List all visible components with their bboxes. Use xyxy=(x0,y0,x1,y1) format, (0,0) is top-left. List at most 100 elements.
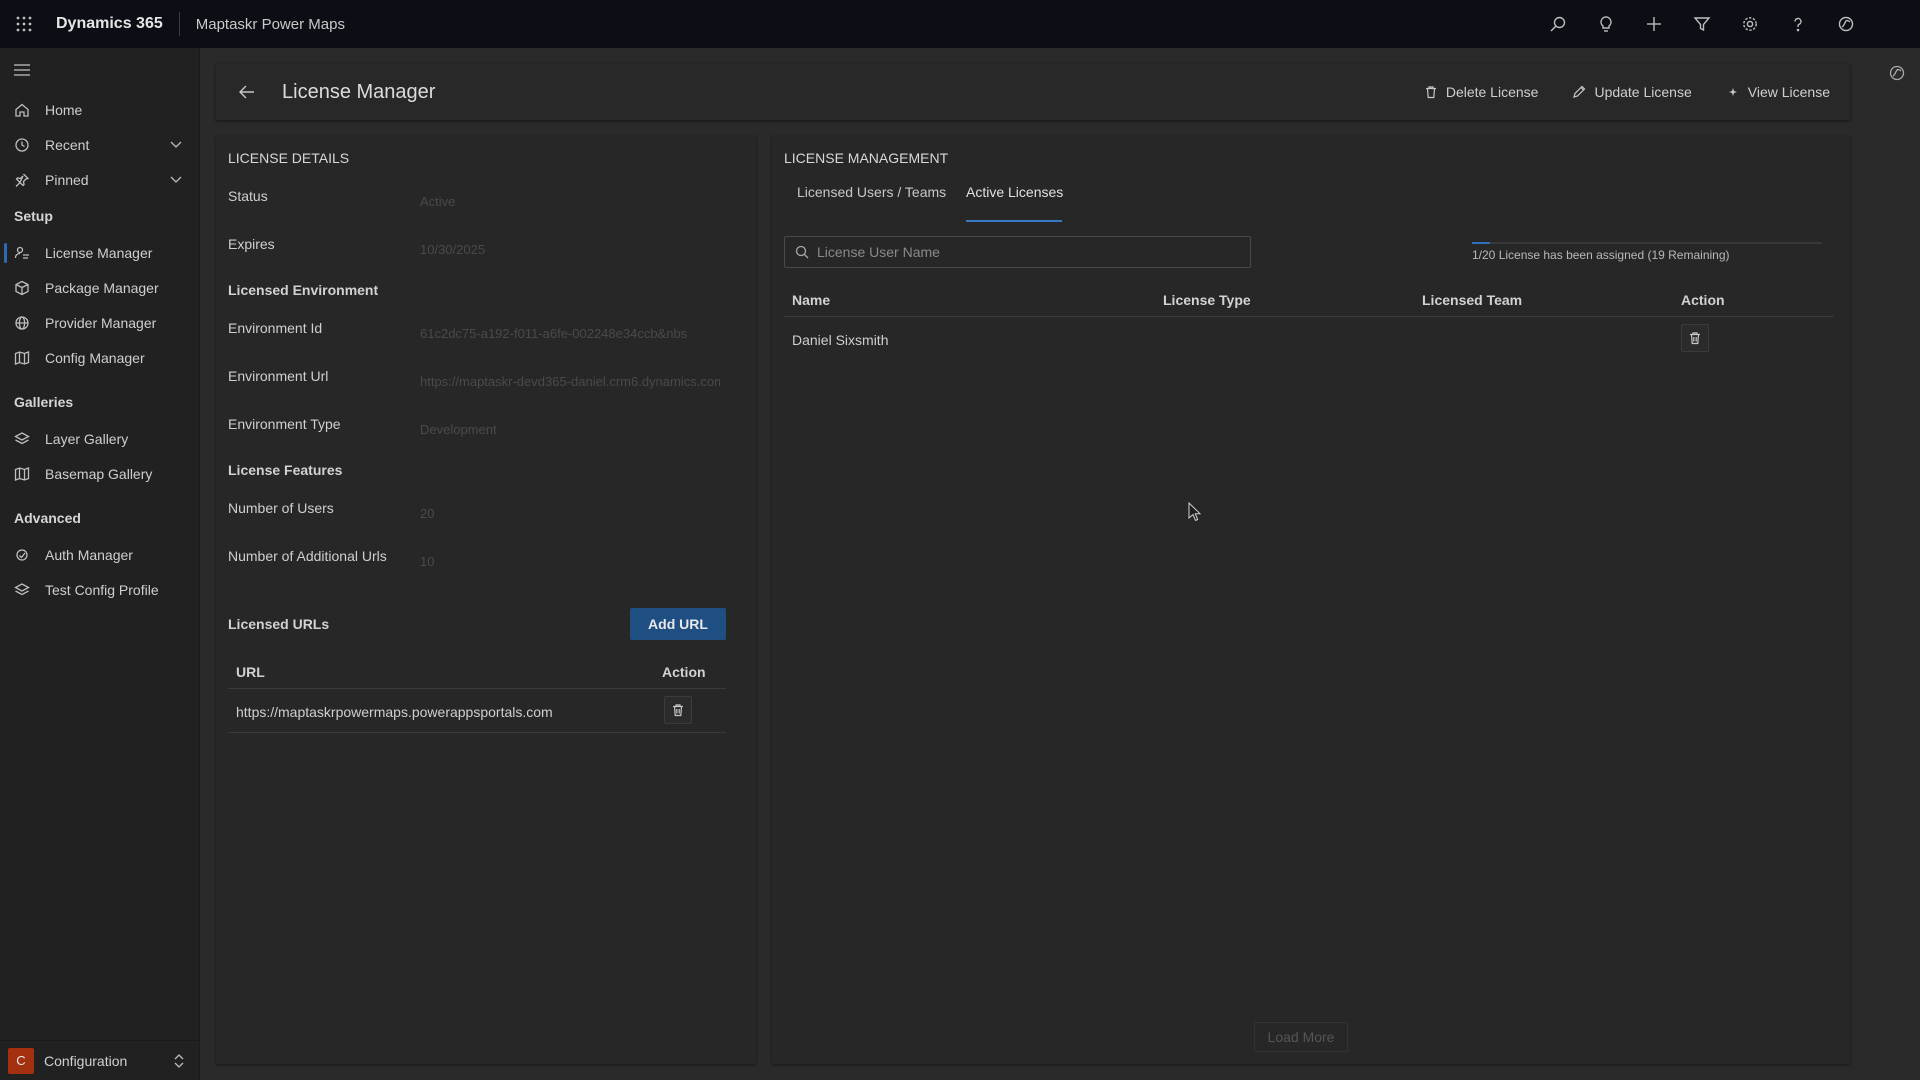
help-icon xyxy=(1794,17,1802,32)
sidebar-item-config-manager[interactable]: Config Manager xyxy=(0,340,199,375)
license-usage-fill xyxy=(1472,242,1490,244)
plus-icon xyxy=(1647,17,1661,31)
filter-icon xyxy=(1693,17,1711,32)
app-launcher-button[interactable] xyxy=(0,0,48,48)
mouse-cursor-icon xyxy=(1188,502,1202,522)
action-column-header: Action xyxy=(662,664,706,680)
license-details-heading: LICENSE DETAILS xyxy=(228,150,350,166)
copilot-button[interactable] xyxy=(1822,0,1870,48)
new-button[interactable] xyxy=(1630,0,1678,48)
ideas-button[interactable] xyxy=(1582,0,1630,48)
licensed-team-column-header[interactable]: Licensed Team xyxy=(1422,292,1522,308)
number-of-users-label: Number of Users xyxy=(228,500,334,516)
area-badge: C xyxy=(8,1047,34,1074)
chevron-down-icon[interactable] xyxy=(169,172,183,186)
license-details-panel: LICENSE DETAILS Status Active Expires 10… xyxy=(216,136,756,1064)
status-value: Active xyxy=(420,194,456,209)
update-license-label: Update License xyxy=(1594,84,1692,100)
revoke-license-button[interactable] xyxy=(1681,324,1709,352)
sidebar-item-pinned[interactable]: Pinned xyxy=(0,162,199,197)
license-usage-bar xyxy=(1472,242,1822,244)
environment-id-field: Environment Id 61c2dc75-a192-f011-a6fe-0… xyxy=(228,320,738,360)
delete-license-button[interactable]: Delete License xyxy=(1424,84,1538,100)
sidebar-item-provider-manager[interactable]: Provider Manager xyxy=(0,305,199,340)
gear-icon xyxy=(1743,17,1757,31)
license-icon xyxy=(14,246,29,259)
filter-button[interactable] xyxy=(1678,0,1726,48)
sidebar-item-basemap-gallery[interactable]: Basemap Gallery xyxy=(0,456,199,491)
url-column-header[interactable]: URL xyxy=(236,664,265,680)
app-name[interactable]: Maptaskr Power Maps xyxy=(196,16,345,33)
number-of-urls-label: Number of Additional Urls xyxy=(228,548,387,564)
brand-name[interactable]: Dynamics 365 xyxy=(56,15,163,33)
sidebar-item-test-config-profile[interactable]: Test Config Profile xyxy=(0,572,199,607)
search-icon xyxy=(795,245,809,259)
search-button[interactable] xyxy=(1534,0,1582,48)
status-field: Status Active xyxy=(228,188,738,228)
chevron-updown-icon xyxy=(174,1054,184,1068)
sidebar-item-layer-gallery[interactable]: Layer Gallery xyxy=(0,421,199,456)
help-button[interactable] xyxy=(1774,0,1822,48)
sidebar-item-label: Provider Manager xyxy=(45,314,157,331)
environment-id-label: Environment Id xyxy=(228,320,323,336)
map-icon xyxy=(14,466,30,481)
sidebar-item-recent[interactable]: Recent xyxy=(0,127,199,162)
expires-value: 10/30/2025 xyxy=(420,242,486,257)
license-features-heading: License Features xyxy=(228,462,343,478)
brand-separator xyxy=(178,12,180,36)
license-management-panel: LICENSE MANAGEMENT Licensed Users / Team… xyxy=(772,136,1850,1064)
expires-label: Expires xyxy=(228,236,275,252)
action-column-header: Action xyxy=(1681,292,1725,308)
environment-id-value: 61c2dc75-a192-f011-a6fe-002248e34ccb&nbs xyxy=(420,326,688,341)
license-user-search[interactable] xyxy=(784,236,1251,268)
environment-url-label: Environment Url xyxy=(228,368,329,384)
add-url-button[interactable]: Add URL xyxy=(630,608,726,640)
license-type-column-header[interactable]: License Type xyxy=(1163,292,1251,308)
sidebar-item-label: Recent xyxy=(45,136,90,153)
area-switcher[interactable]: C Configuration xyxy=(0,1040,200,1080)
environment-url-field: Environment Url https://maptaskr-devd365… xyxy=(228,368,738,408)
number-of-urls-field: Number of Additional Urls 10 xyxy=(228,548,738,588)
sidebar-item-label: Layer Gallery xyxy=(45,430,129,447)
update-license-button[interactable]: Update License xyxy=(1572,84,1692,100)
sidebar-item-label: Test Config Profile xyxy=(45,581,159,598)
search-input[interactable] xyxy=(817,244,1237,260)
site-map-toggle[interactable] xyxy=(0,48,199,92)
licensed-environment-heading: Licensed Environment xyxy=(228,282,379,298)
sidebar-item-license-manager[interactable]: License Manager xyxy=(0,235,199,270)
copilot-pane-icon[interactable] xyxy=(1888,64,1906,82)
sidebar-item-home[interactable]: Home xyxy=(0,92,199,127)
top-bar: Dynamics 365 Maptaskr Power Maps xyxy=(0,0,1920,48)
licensed-urls-heading: Licensed URLs xyxy=(228,616,330,632)
trash-icon xyxy=(1425,86,1436,99)
sidebar-item-label: License Manager xyxy=(45,244,153,261)
chevron-down-icon[interactable] xyxy=(169,137,183,151)
expires-field: Expires 10/30/2025 xyxy=(228,236,738,276)
waffle-icon xyxy=(16,16,32,32)
environment-type-label: Environment Type xyxy=(228,416,341,432)
back-button[interactable] xyxy=(222,85,272,99)
view-license-button[interactable]: View License xyxy=(1726,84,1830,100)
tab-licensed-users-teams[interactable]: Licensed Users / Teams xyxy=(797,184,946,200)
status-label: Status xyxy=(228,188,268,204)
sidebar-item-package-manager[interactable]: Package Manager xyxy=(0,270,199,305)
settings-button[interactable] xyxy=(1726,0,1774,48)
sidebar-item-auth-manager[interactable]: Auth Manager xyxy=(0,537,199,572)
sidebar-item-label: Config Manager xyxy=(45,349,145,366)
globe-icon xyxy=(15,315,29,330)
load-more-button[interactable]: Load More xyxy=(1254,1022,1348,1052)
command-actions: Delete License Update License View Licen… xyxy=(1390,64,1830,120)
trash-icon xyxy=(673,704,683,717)
auth-icon xyxy=(16,548,28,561)
grid-divider xyxy=(228,688,726,689)
sparkle-icon xyxy=(1728,88,1737,96)
sidebar-group-galleries: Galleries xyxy=(14,394,74,410)
hamburger-icon xyxy=(14,64,30,76)
name-column-header[interactable]: Name xyxy=(792,292,830,308)
search-icon xyxy=(1550,16,1566,32)
layers-icon xyxy=(14,582,30,595)
delete-url-button[interactable] xyxy=(664,696,692,724)
tab-active-licenses[interactable]: Active Licenses xyxy=(966,184,1063,200)
user-name-cell: Daniel Sixsmith xyxy=(792,332,889,348)
sidebar-group-advanced: Advanced xyxy=(14,510,81,526)
